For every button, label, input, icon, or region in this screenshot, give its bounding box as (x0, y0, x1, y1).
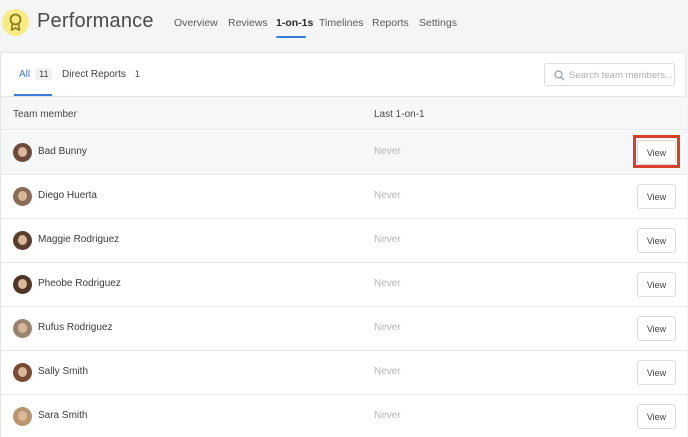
tab-all[interactable]: All 11 (19, 68, 53, 80)
team-panel: All 11 Direct Reports 1 Team member Last 1… (0, 52, 687, 437)
column-last-one-on-one: Last 1-on-1 (374, 109, 425, 120)
avatar-face (18, 235, 27, 245)
tab-direct-reports-label: Direct Reports (62, 69, 126, 80)
member-name: Diego Huerta (38, 190, 97, 201)
view-button[interactable]: View (637, 272, 676, 297)
search-icon (554, 70, 565, 81)
view-button[interactable]: View (637, 228, 676, 253)
tab-direct-reports-count: 1 (134, 69, 140, 79)
table-row[interactable]: Bad Bunny Never View (1, 131, 687, 175)
view-button[interactable]: View (637, 316, 676, 341)
avatar-face (18, 367, 27, 377)
avatar-face (18, 147, 27, 157)
tab-all-count: 11 (35, 68, 53, 80)
table-row[interactable]: Pheobe Rodriguez Never View (1, 263, 687, 307)
nav-one-on-ones[interactable]: 1-on-1s (276, 17, 313, 29)
top-bar: Performance Overview Reviews 1-on-1s Tim… (0, 0, 688, 50)
member-name: Bad Bunny (38, 146, 87, 157)
last-one-on-one: Never (374, 146, 401, 157)
table-header: Team member Last 1-on-1 (1, 96, 687, 130)
nav-overview[interactable]: Overview (174, 17, 218, 29)
nav-reports[interactable]: Reports (372, 17, 409, 29)
page-title: Performance (37, 10, 154, 32)
member-name: Pheobe Rodriguez (38, 278, 121, 289)
avatar-face (18, 411, 27, 421)
nav-timelines[interactable]: Timelines (319, 17, 364, 29)
avatar (13, 275, 32, 294)
table-row[interactable]: Maggie Rodriguez Never View (1, 219, 687, 263)
avatar (13, 363, 32, 382)
nav-settings[interactable]: Settings (419, 17, 457, 29)
member-name: Sally Smith (38, 366, 89, 377)
active-nav-indicator (276, 36, 306, 38)
award-icon (2, 9, 29, 36)
avatar-face (18, 323, 27, 333)
avatar (13, 407, 32, 426)
avatar-face (18, 279, 27, 289)
nav-reviews[interactable]: Reviews (228, 17, 268, 29)
table-row[interactable]: Sally Smith Never View (1, 351, 687, 395)
tab-direct-reports[interactable]: Direct Reports 1 (62, 68, 144, 80)
avatar (13, 231, 32, 250)
last-one-on-one: Never (374, 190, 401, 201)
avatar-face (18, 191, 27, 201)
avatar (13, 319, 32, 338)
last-one-on-one: Never (374, 278, 401, 289)
filter-tabs: All 11 Direct Reports 1 (1, 53, 687, 96)
view-button[interactable]: View (637, 360, 676, 385)
last-one-on-one: Never (374, 322, 401, 333)
table-row[interactable]: Rufus Rodriguez Never View (1, 307, 687, 351)
member-name: Maggie Rodriguez (38, 234, 120, 245)
member-name: Rufus Rodriguez (38, 322, 113, 333)
view-button[interactable]: View (637, 184, 676, 209)
column-team-member: Team member (13, 109, 77, 120)
avatar (13, 143, 32, 162)
search-box[interactable] (544, 63, 675, 86)
last-one-on-one: Never (374, 410, 401, 421)
search-input[interactable] (569, 66, 673, 84)
member-name: Sara Smith (38, 410, 88, 421)
table-row[interactable]: Diego Huerta Never View (1, 175, 687, 219)
table-row[interactable]: Sara Smith Never View (1, 395, 687, 437)
last-one-on-one: Never (374, 366, 401, 377)
avatar (13, 187, 32, 206)
last-one-on-one: Never (374, 234, 401, 245)
view-button[interactable]: View (637, 404, 676, 429)
tab-all-label: All (19, 69, 31, 80)
view-button[interactable]: View (637, 140, 676, 165)
